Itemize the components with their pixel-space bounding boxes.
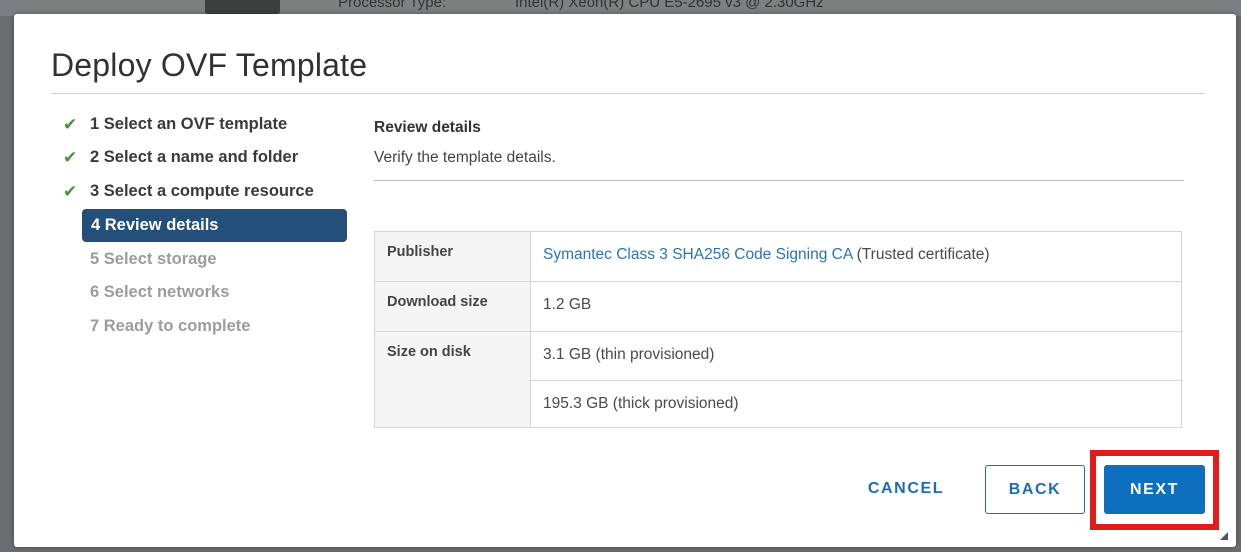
step-label: 3 Select a compute resource xyxy=(90,182,314,200)
step-7: 7 Ready to complete xyxy=(90,310,250,343)
step-label: 6 Select networks xyxy=(90,283,230,301)
step-6: 6 Select networks xyxy=(90,276,229,309)
step-label: 7 Ready to complete xyxy=(90,317,251,335)
resize-grip-icon[interactable] xyxy=(1220,532,1228,540)
publisher-value: Symantec Class 3 SHA256 Code Signing CA … xyxy=(530,232,1181,281)
cancel-button[interactable]: CANCEL xyxy=(858,467,954,511)
certificate-note: (Trusted certificate) xyxy=(852,246,990,263)
background-label: Processor Type: xyxy=(338,0,447,11)
step-5: 5 Select storage xyxy=(90,243,217,276)
download-size-value: 1.2 GB xyxy=(530,282,1181,331)
size-on-disk-label: Size on disk xyxy=(375,332,530,427)
check-icon: ✔ xyxy=(63,148,78,167)
certificate-link[interactable]: Symantec Class 3 SHA256 Code Signing CA xyxy=(543,246,852,263)
pane-subtitle: Verify the template details. xyxy=(374,149,556,166)
step-label: 1 Select an OVF template xyxy=(90,115,288,133)
back-button[interactable]: BACK xyxy=(985,465,1085,514)
details-table: Publisher Symantec Class 3 SHA256 Code S… xyxy=(374,231,1182,428)
step-4-active[interactable]: 4 Review details xyxy=(82,209,347,242)
pane-divider xyxy=(374,180,1184,181)
check-icon: ✔ xyxy=(63,182,78,201)
deploy-ovf-dialog: Deploy OVF Template ✔ 1 Select an OVF te… xyxy=(14,14,1236,547)
check-icon: ✔ xyxy=(63,115,78,134)
size-thick-value: 195.3 GB (thick provisioned) xyxy=(530,381,1181,427)
size-thin-value: 3.1 GB (thin provisioned) xyxy=(530,332,1181,380)
download-size-label: Download size xyxy=(375,282,530,331)
step-1[interactable]: ✔ 1 Select an OVF template xyxy=(63,108,288,141)
step-3[interactable]: ✔ 3 Select a compute resource xyxy=(63,175,314,208)
publisher-label: Publisher xyxy=(375,232,530,281)
next-button[interactable]: NEXT xyxy=(1104,465,1205,514)
step-label: 5 Select storage xyxy=(90,250,217,268)
background-value: Intel(R) Xeon(R) CPU E5-2695 v3 @ 2.30GH… xyxy=(515,0,824,11)
step-label: 2 Select a name and folder xyxy=(90,148,299,166)
pane-title: Review details xyxy=(374,119,481,136)
background-tab xyxy=(205,0,280,14)
dialog-title: Deploy OVF Template xyxy=(51,47,368,83)
step-label: 4 Review details xyxy=(91,216,219,234)
step-2[interactable]: ✔ 2 Select a name and folder xyxy=(63,141,299,174)
title-divider xyxy=(51,93,1205,94)
